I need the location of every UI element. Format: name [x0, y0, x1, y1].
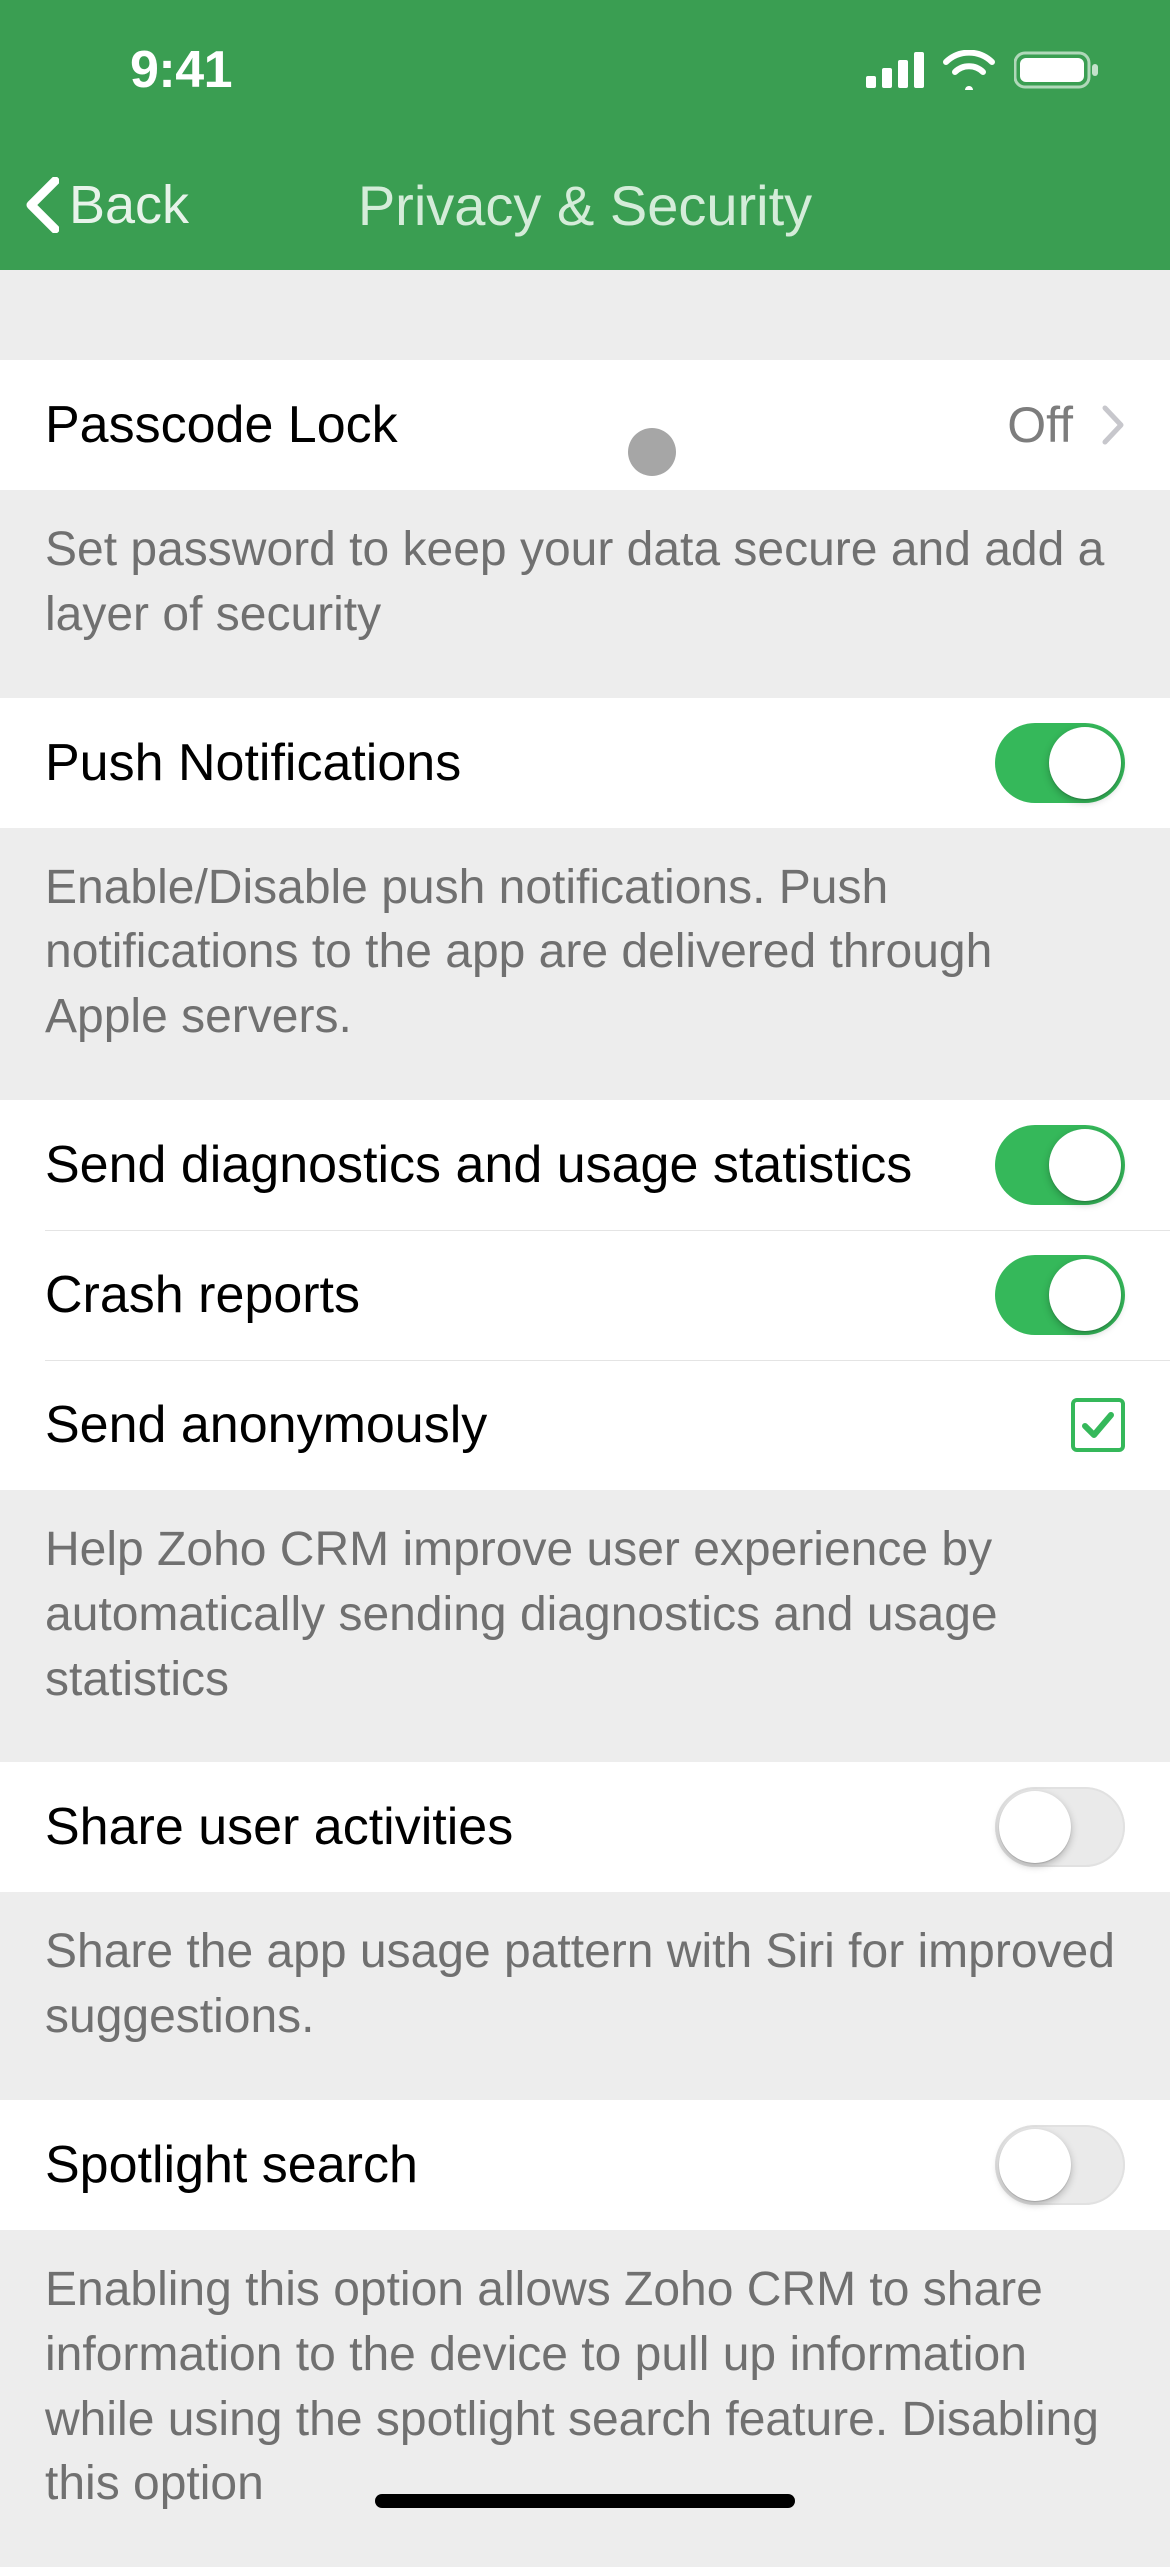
back-button[interactable]: Back	[0, 174, 189, 236]
anon-checkbox[interactable]	[1071, 1398, 1125, 1452]
diagnostics-label: Send diagnostics and usage statistics	[45, 1135, 995, 1195]
crash-toggle[interactable]	[995, 1255, 1125, 1335]
share-footer: Share the app usage pattern with Siri fo…	[0, 1892, 1170, 2100]
row-passcode-lock[interactable]: Passcode Lock Off	[0, 360, 1170, 490]
push-label: Push Notifications	[45, 733, 995, 793]
row-spotlight-search: Spotlight search	[0, 2100, 1170, 2230]
anon-label: Send anonymously	[45, 1395, 1071, 1455]
crash-label: Crash reports	[45, 1265, 995, 1325]
nav-bar: Back Privacy & Security	[0, 140, 1170, 270]
diagnostics-toggle[interactable]	[995, 1125, 1125, 1205]
back-label: Back	[69, 174, 189, 236]
passcode-label: Passcode Lock	[45, 395, 1007, 455]
status-right	[866, 50, 1100, 90]
passcode-footer: Set password to keep your data secure an…	[0, 490, 1170, 698]
row-push-notifications: Push Notifications	[0, 698, 1170, 828]
diagnostics-footer: Help Zoho CRM improve user experience by…	[0, 1490, 1170, 1762]
chevron-left-icon	[25, 177, 59, 233]
spotlight-label: Spotlight search	[45, 2135, 995, 2195]
loading-dot	[628, 428, 676, 476]
battery-icon	[1014, 50, 1100, 90]
push-footer: Enable/Disable push notifications. Push …	[0, 828, 1170, 1100]
row-send-anonymously: Send anonymously	[0, 1360, 1170, 1490]
page-title: Privacy & Security	[358, 173, 812, 238]
row-crash-reports: Crash reports	[0, 1230, 1170, 1360]
share-label: Share user activities	[45, 1797, 995, 1857]
share-toggle[interactable]	[995, 1787, 1125, 1867]
passcode-value: Off	[1007, 396, 1073, 454]
push-toggle[interactable]	[995, 723, 1125, 803]
row-share-activities: Share user activities	[0, 1762, 1170, 1892]
status-time: 9:41	[130, 40, 232, 100]
row-diagnostics: Send diagnostics and usage statistics	[0, 1100, 1170, 1230]
spotlight-footer: Enabling this option allows Zoho CRM to …	[0, 2230, 1170, 2567]
chevron-right-icon	[1101, 404, 1125, 446]
status-bar: 9:41	[0, 0, 1170, 140]
wifi-icon	[942, 50, 996, 90]
cellular-icon	[866, 52, 924, 88]
home-indicator	[375, 2494, 795, 2508]
spotlight-toggle[interactable]	[995, 2125, 1125, 2205]
